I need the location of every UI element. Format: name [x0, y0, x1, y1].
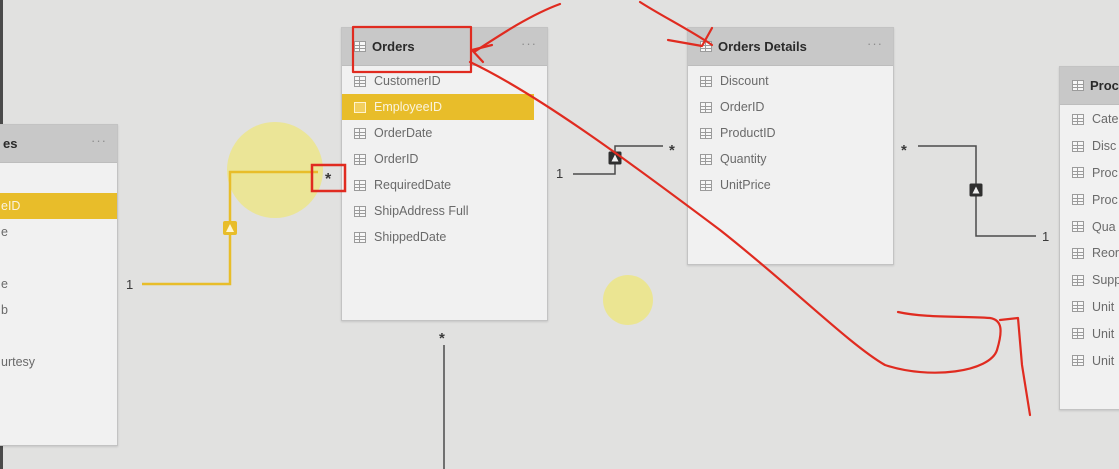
relationship-many-label: *	[439, 330, 445, 347]
cursor-highlight-circle	[603, 275, 653, 325]
filter-direction-icon	[223, 221, 237, 235]
relationship-many-label: *	[669, 142, 675, 159]
annotation-arrow	[472, 2, 562, 54]
relationship-overlay: 1 * 1 * * 1 *	[126, 0, 1049, 469]
annotation-arrow	[638, 0, 714, 47]
red-annotations	[351, 0, 1032, 417]
relationship-one-label: 1	[1042, 229, 1049, 244]
relationship-many-label: *	[901, 142, 907, 159]
relationship-orders-orders-details[interactable]: 1 *	[556, 142, 675, 181]
annotation-box	[351, 25, 473, 74]
model-canvas[interactable]: es ··· eID e e b urtesy Orders ··· Custo…	[0, 0, 1119, 469]
annotation-arrowhead	[470, 43, 494, 64]
relationship-one-label: 1	[126, 277, 133, 292]
relationship-one-label: 1	[556, 166, 563, 181]
filter-direction-icon	[969, 183, 983, 197]
annotation-curve	[998, 316, 1032, 417]
relationship-orders-down[interactable]: *	[439, 330, 445, 469]
annotation-curve	[468, 60, 1002, 374]
cursor-highlight-circle	[227, 122, 323, 218]
relationship-orders-details-products[interactable]: * 1	[901, 142, 1049, 244]
relationship-many-label: *	[325, 171, 332, 188]
